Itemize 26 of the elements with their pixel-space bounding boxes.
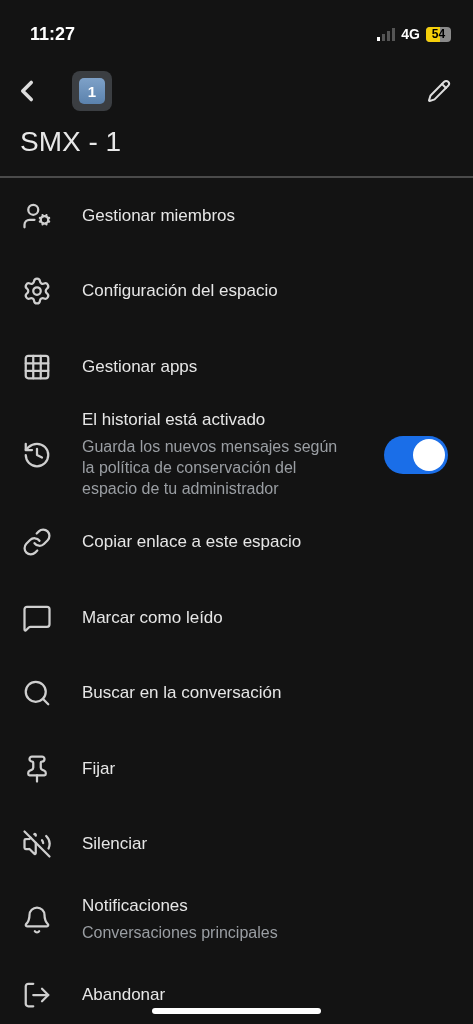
menu-item[interactable]: Copiar enlace a este espacio	[82, 532, 448, 553]
status-time: 11:27	[30, 23, 76, 45]
signal-icon	[377, 27, 396, 41]
link-icon	[22, 527, 52, 558]
pencil-icon	[427, 79, 451, 103]
item-description: Conversaciones principales	[82, 923, 279, 944]
edit-button[interactable]	[427, 79, 451, 103]
space-avatar: 1	[72, 71, 112, 111]
battery-icon: 54	[426, 26, 451, 42]
menu-item[interactable]: Notificaciones	[82, 896, 448, 917]
settings-icon	[22, 276, 52, 307]
menu-item[interactable]: Gestionar miembros	[82, 205, 448, 226]
menu-item[interactable]: El historial está activado	[82, 410, 354, 430]
space-title: SMX - 1	[19, 125, 123, 159]
menu-item[interactable]: Gestionar apps	[82, 356, 448, 377]
network-label: 4G	[401, 26, 420, 42]
menu-item[interactable]: Abandonar	[82, 985, 448, 1006]
menu-item[interactable]: Configuración del espacio	[82, 281, 448, 302]
menu-item[interactable]: Marcar como leído	[82, 607, 448, 628]
menu-item[interactable]: Buscar en la conversación	[82, 683, 448, 704]
history-switch[interactable]	[384, 435, 448, 474]
bell-icon	[22, 904, 52, 935]
menu-item[interactable]: Silenciar	[82, 834, 448, 855]
speaker-off-icon	[22, 829, 52, 860]
item-description: Guarda los nuevos mensajes según la política de conservación del espacio de tu administrador	[82, 437, 339, 499]
menu-item[interactable]: Fijar	[82, 758, 448, 779]
